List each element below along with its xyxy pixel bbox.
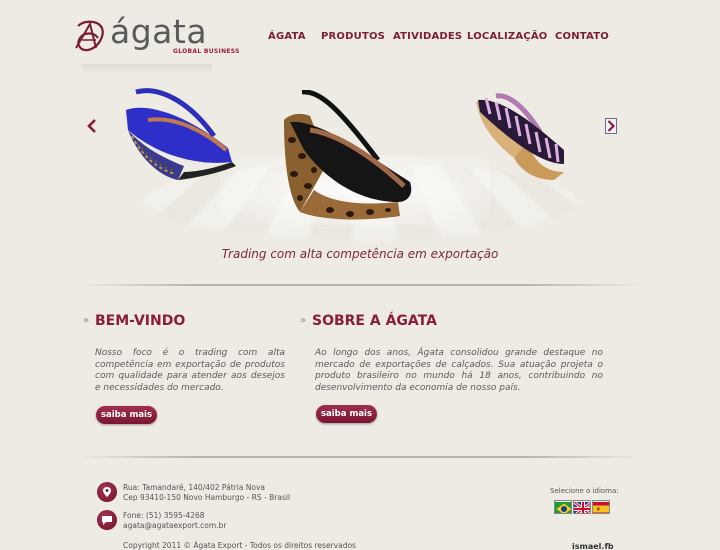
nav-item-contato[interactable]: CONTATO	[555, 31, 609, 42]
brazil-flag-icon[interactable]	[554, 500, 572, 514]
about-more-button[interactable]: saiba mais	[316, 405, 377, 423]
welcome-more-button[interactable]: saiba mais	[96, 406, 157, 424]
logo-tagline: GLOBAL BUSINESS	[173, 48, 240, 55]
footer-email[interactable]: agata@agataexport.com.br	[123, 521, 226, 531]
nav-item-produtos[interactable]: PRODUTOS	[321, 31, 385, 42]
carousel-tagline: Trading com alta competência em exportaç…	[221, 247, 499, 261]
chevron-left-icon[interactable]	[86, 118, 98, 134]
uk-flag-icon[interactable]	[573, 500, 591, 514]
double-chevron-icon: »	[300, 315, 307, 326]
welcome-text: Nosso foco é o trading com alta competên…	[95, 348, 285, 393]
logo-reflection	[82, 64, 212, 74]
footer-copyright: Copyright 2011 © Ágata Export - Todos os…	[123, 541, 356, 550]
slide-striped-wedge-sandal[interactable]	[472, 92, 568, 184]
spain-flag-icon[interactable]	[592, 500, 610, 514]
welcome-title: BEM-VINDO	[95, 313, 186, 329]
about-text: Ao longo dos anos, Ágata consolidou gran…	[315, 348, 603, 393]
slide-leopard-wedge-sandal[interactable]	[280, 90, 418, 222]
address-line-2: Cep 93410-150 Novo Hamburgo - RS - Brasi…	[123, 493, 291, 502]
chat-bubble-icon	[97, 510, 117, 530]
footer-contact: Fone: (51) 3595-4268 agata@agataexport.c…	[123, 511, 226, 531]
footer-address: Rua: Tamandaré, 140/402 Pátria Nova Cep …	[123, 483, 290, 503]
chevron-right-icon[interactable]	[605, 118, 617, 134]
credit-text[interactable]: ismael.fb	[572, 542, 614, 550]
nav-item-agata[interactable]: ÁGATA	[268, 31, 306, 42]
about-title: SOBRE A ÁGATA	[312, 313, 437, 329]
nav-item-localizacao[interactable]: LOCALIZAÇÃO	[467, 31, 547, 42]
slide-blue-wedge-sandal[interactable]	[118, 86, 240, 186]
language-label: Selecione o idioma:	[550, 487, 619, 495]
double-chevron-icon: »	[83, 315, 90, 326]
nav-item-atividades[interactable]: ATIVIDADES	[393, 31, 462, 42]
footer-phone: Fone: (51) 3595-4268	[123, 511, 205, 520]
address-line-1: Rua: Tamandaré, 140/402 Pátria Nova	[123, 483, 266, 492]
divider-top	[80, 284, 640, 286]
divider-bottom	[80, 456, 640, 458]
main-nav: ÁGATA PRODUTOS ATIVIDADES LOCALIZAÇÃO CO…	[0, 31, 720, 45]
location-pin-icon	[97, 482, 117, 502]
